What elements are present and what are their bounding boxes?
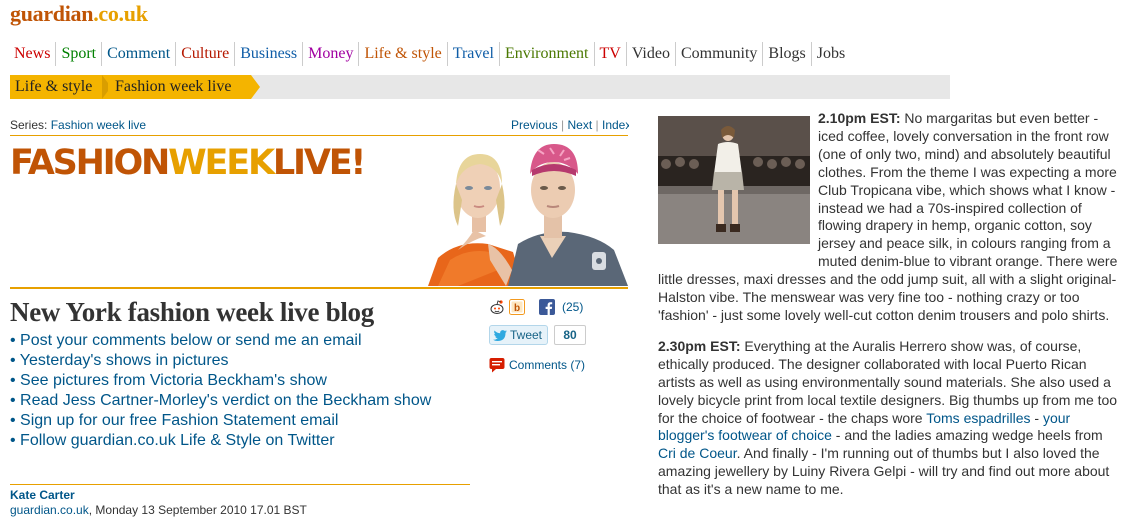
list-item: Post your comments below or send me an e… [10, 331, 431, 351]
nav-item-life-style[interactable]: Life & style [358, 42, 446, 66]
nav-item-jobs[interactable]: Jobs [810, 42, 850, 66]
banner-title: FASHIONWEEKLIVE! [10, 143, 367, 183]
list-item: Yesterday's shows in pictures [10, 351, 431, 371]
facebook-icon[interactable] [539, 299, 555, 315]
tweet-label: Tweet [510, 328, 543, 342]
nav-item-money[interactable]: Money [302, 42, 358, 66]
related-link[interactable]: Yesterday's shows in pictures [20, 352, 229, 369]
breadcrumb-end-chevron-icon [251, 75, 260, 99]
related-links-list: Post your comments below or send me an e… [10, 331, 432, 451]
tweet-button[interactable]: Tweet [489, 325, 549, 345]
list-item: Follow guardian.co.uk Life & Style on Tw… [10, 431, 431, 451]
facebook-count: (25) [562, 300, 584, 314]
nav-item-travel[interactable]: Travel [446, 42, 499, 66]
comment-bubble-icon[interactable] [489, 357, 505, 373]
pager-separator: | [561, 118, 565, 132]
series-label: Series: Fashion week live [10, 118, 146, 132]
nav-item-video[interactable]: Video [625, 42, 675, 66]
reddit-icon[interactable] [489, 299, 505, 315]
nav-item-comment[interactable]: Comment [101, 42, 175, 66]
author-name[interactable]: Kate Carter [10, 488, 75, 502]
divider [10, 135, 628, 136]
article-body: 2.10pm EST: No margaritas but even bette… [658, 110, 1120, 512]
pager-index-link[interactable]: Index [602, 118, 629, 132]
breadcrumb-life-style[interactable]: Life & style [10, 75, 102, 99]
breadcrumb: Life & style Fashion week live [10, 75, 950, 99]
entry-time: 2.10pm EST: [818, 110, 901, 126]
entry-time: 2.30pm EST: [658, 337, 741, 354]
logo-domain: .co.uk [93, 1, 148, 26]
nav-item-tv[interactable]: TV [593, 42, 626, 66]
pager-next-link[interactable]: Next [568, 118, 593, 132]
list-item: Read Jess Cartner-Morley's verdict on th… [10, 391, 431, 411]
nav-item-business[interactable]: Business [234, 42, 302, 66]
toms-espadrilles-link[interactable]: Toms espadrilles [926, 410, 1030, 426]
banner-title-part: WEEK [168, 143, 275, 183]
nav-item-blogs[interactable]: Blogs [762, 42, 810, 66]
list-item: See pictures from Victoria Beckham's sho… [10, 371, 431, 391]
twitter-bird-icon [493, 329, 507, 341]
tweet-count[interactable]: 80 [554, 325, 587, 345]
banner-title-part: FASHION [10, 143, 170, 183]
related-link[interactable]: Sign up for our free Fashion Statement e… [20, 412, 338, 429]
models-photo [428, 144, 628, 286]
page: guardian.co.uk News Sport Comment Cultur… [0, 0, 1124, 520]
svg-text:b: b [514, 303, 520, 314]
primary-nav: News Sport Comment Culture Business Mone… [10, 42, 850, 66]
page-title: New York fashion week live blog [10, 297, 374, 327]
photo-spacer [658, 110, 818, 261]
nav-item-culture[interactable]: Culture [175, 42, 234, 66]
publish-date: , Monday 13 September 2010 17.01 BST [88, 503, 307, 517]
divider [10, 287, 628, 289]
related-link[interactable]: See pictures from Victoria Beckham's sho… [20, 372, 327, 389]
divider [10, 484, 470, 485]
byline-site-link[interactable]: guardian.co.uk [10, 503, 89, 517]
cri-de-coeur-link[interactable]: Cri de Coeur [658, 445, 737, 461]
series-link[interactable]: Fashion week live [51, 118, 146, 132]
buzz-icon[interactable]: b [509, 299, 525, 315]
series-prefix: Series: [10, 118, 48, 132]
logo-text: guardian [10, 1, 94, 26]
nav-item-news[interactable]: News [10, 42, 55, 66]
nav-item-environment[interactable]: Environment [498, 42, 594, 66]
banner-title-part: LIVE! [272, 143, 367, 183]
comments-link[interactable]: Comments (7) [509, 358, 585, 372]
list-item: Sign up for our free Fashion Statement e… [10, 411, 431, 431]
related-link[interactable]: Post your comments below or send me an e… [20, 332, 361, 349]
series-banner[interactable]: FASHIONWEEKLIVE! [10, 140, 628, 286]
related-link[interactable]: Follow guardian.co.uk Life & Style on Tw… [20, 432, 335, 449]
comments-widget: Comments (7) [489, 357, 585, 373]
breadcrumb-fashion-week-live[interactable]: Fashion week live [108, 75, 251, 99]
series-pager: Previous | Next | Index [511, 118, 629, 132]
pager-previous-link[interactable]: Previous [511, 118, 558, 132]
entry-text: - [1030, 409, 1043, 426]
tweet-widget: Tweet 80 [489, 325, 587, 345]
guardian-logo[interactable]: guardian.co.uk [10, 1, 148, 27]
share-tools: b (25) [489, 299, 583, 315]
nav-item-sport[interactable]: Sport [55, 42, 101, 66]
live-entry: 2.30pm EST: Everything at the Auralis He… [658, 338, 1120, 499]
related-link[interactable]: Read Jess Cartner-Morley's verdict on th… [20, 392, 431, 409]
entry-text: - and the ladies amazing wedge heels fro… [831, 427, 1103, 444]
nav-item-community[interactable]: Community [674, 42, 762, 66]
pager-separator: | [595, 118, 599, 132]
byline: guardian.co.uk, Monday 13 September 2010… [10, 503, 307, 517]
